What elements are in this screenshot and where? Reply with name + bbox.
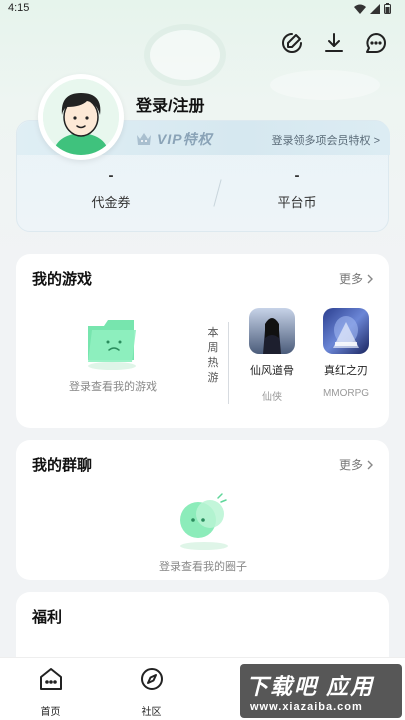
game-cover-xianfengdaogu: [249, 308, 295, 354]
wifi-icon: [354, 4, 366, 14]
top-actions: [279, 30, 389, 56]
my-games-more-link[interactable]: 更多: [339, 270, 373, 287]
my-groups-more-link[interactable]: 更多: [339, 456, 373, 473]
nav-community[interactable]: 社区: [101, 658, 202, 720]
download-button[interactable]: [321, 30, 347, 56]
my-games-title: 我的游戏: [32, 271, 93, 288]
watermark-url: www.xiazaiba.com: [250, 701, 363, 713]
game-item[interactable]: 仙风道骨 仙侠: [237, 308, 307, 403]
stat-divider: [213, 179, 222, 207]
platform-coin-stat[interactable]: - 平台币: [237, 167, 357, 211]
game-name: 仙风道骨: [250, 365, 294, 377]
watermark: 下载吧 应用 www.xiazaiba.com: [240, 664, 402, 718]
status-time: 4:15: [8, 2, 30, 14]
voucher-value: -: [108, 167, 114, 184]
avatar[interactable]: [38, 74, 124, 160]
vip-label: VIP特权: [157, 131, 213, 147]
folder-sad-icon: [88, 320, 136, 370]
platform-coin-value: -: [294, 167, 300, 184]
my-groups-title: 我的群聊: [32, 457, 93, 474]
edit-button[interactable]: [279, 30, 305, 56]
status-bar: 4:15: [0, 0, 405, 18]
download-icon: [325, 33, 343, 52]
default-avatar-icon: [43, 79, 119, 155]
game-item[interactable]: 真红之刃 MMORPG: [311, 308, 381, 399]
compass-icon: [140, 668, 163, 690]
voucher-stat[interactable]: - 代金券: [51, 167, 171, 211]
welfare-title: 福利: [32, 609, 63, 626]
chat-bubbles-icon: [180, 493, 228, 550]
vip-badge: VIP特权: [135, 129, 213, 149]
chat-bubble-icon: [366, 33, 386, 53]
header-decoration: [270, 70, 380, 100]
empty-groups-text: 登录查看我的圈子: [159, 561, 247, 573]
empty-games-text: 登录查看我的游戏: [69, 381, 157, 393]
vip-cta-link[interactable]: 登录领多项会员特权 >: [272, 132, 380, 148]
my-groups-card: 我的群聊 更多 登录查看我的圈子: [16, 440, 389, 580]
game-name: 真红之刃: [324, 365, 368, 377]
header-decoration: [150, 30, 220, 80]
login-register-link[interactable]: 登录/注册: [136, 92, 204, 116]
edit-icon: [282, 33, 302, 53]
message-button[interactable]: [363, 30, 389, 56]
weekly-hot-label: 本周热游: [207, 327, 219, 384]
signal-icon: [370, 3, 380, 14]
nav-community-label: 社区: [141, 707, 162, 718]
more-label: 更多: [338, 458, 363, 472]
watermark-title: 下载吧 应用: [246, 674, 375, 699]
status-icons: [354, 3, 391, 14]
vip-crown-icon: [137, 133, 151, 145]
my-games-card: 我的游戏 更多 登录查看我的游戏 本周热游 仙风道骨 仙侠 真红之刃 MMORP…: [16, 254, 389, 428]
chevron-right-icon: [367, 274, 373, 283]
chevron-right-icon: [367, 460, 373, 469]
game-tag: MMORPG: [322, 388, 370, 399]
voucher-label: 代金券: [91, 195, 131, 210]
empty-groups-illustration: [174, 492, 234, 555]
game-cover-zhenhongzhiren: [323, 308, 369, 354]
home-icon: [39, 668, 62, 690]
game-tag: 仙侠: [262, 392, 282, 403]
empty-games-illustration: [82, 314, 142, 375]
more-label: 更多: [338, 272, 363, 286]
nav-home[interactable]: 首页: [0, 658, 101, 720]
battery-icon: [384, 3, 391, 14]
section-divider: [228, 322, 229, 404]
nav-home-label: 首页: [40, 707, 61, 718]
platform-coin-label: 平台币: [277, 195, 317, 210]
avatar-image: [43, 79, 119, 155]
